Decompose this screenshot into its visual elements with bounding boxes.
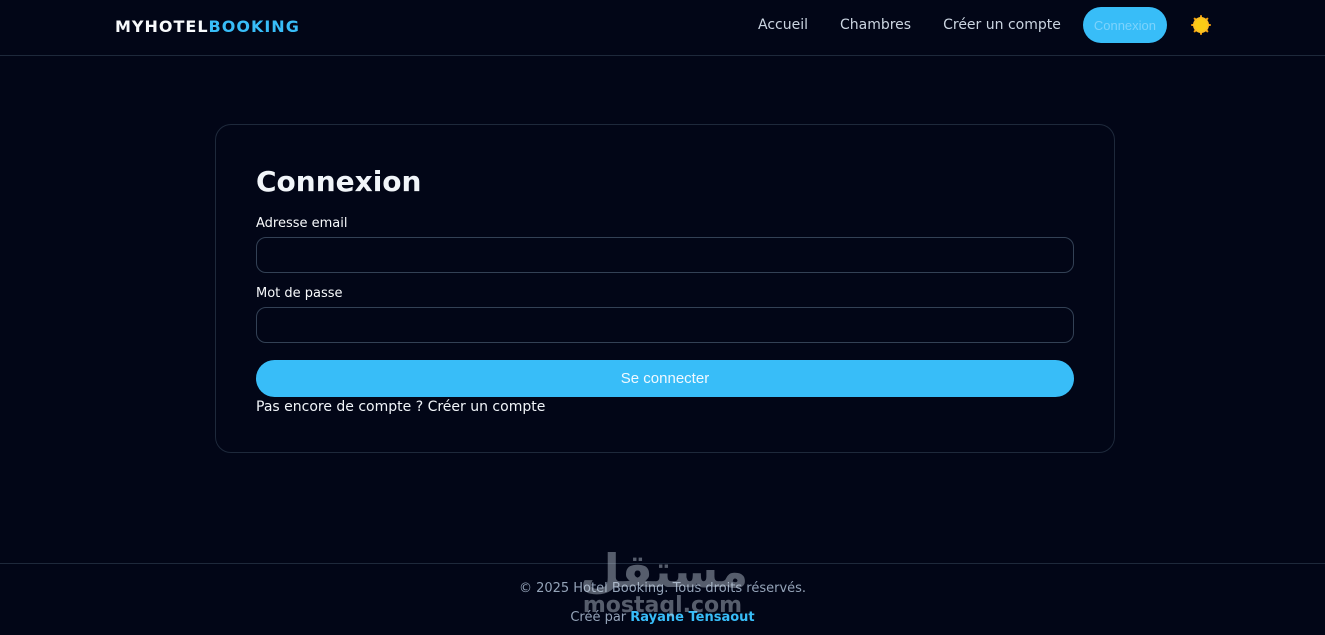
credit-prefix: Créé par: [570, 610, 631, 625]
nav-login-button[interactable]: Connexion: [1082, 7, 1167, 43]
brand-logo[interactable]: MYHOTELBOOKING: [115, 17, 300, 36]
page-title: Connexion: [256, 165, 422, 198]
email-field[interactable]: [256, 237, 1074, 273]
signup-prompt-text: Pas encore de compte ?: [256, 399, 428, 415]
submit-login-button[interactable]: Se connecter: [256, 360, 1074, 397]
credit-line: Créé par Rayane Tensaout: [0, 610, 1325, 625]
password-label: Mot de passe: [256, 286, 343, 301]
nav-links: Accueil Chambres Créer un compte Connexi…: [758, 7, 1213, 43]
login-card: Connexion Adresse email Mot de passe Se …: [215, 124, 1115, 453]
nav-link-accueil[interactable]: Accueil: [758, 17, 808, 33]
signup-link[interactable]: Créer un compte: [428, 399, 546, 415]
credit-author-link[interactable]: Rayane Tensaout: [630, 610, 754, 625]
copyright-text: © 2025 Hotel Booking. Tous droits réserv…: [518, 581, 807, 596]
password-field[interactable]: [256, 307, 1074, 343]
signup-prompt: Pas encore de compte ? Créer un compte: [256, 399, 545, 415]
brand-part-2: BOOKING: [208, 17, 300, 36]
email-label: Adresse email: [256, 216, 348, 231]
nav-link-chambres[interactable]: Chambres: [840, 17, 911, 33]
footer: © 2025 Hotel Booking. Tous droits réserv…: [0, 563, 1325, 635]
navbar: MYHOTELBOOKING Accueil Chambres Créer un…: [0, 0, 1325, 56]
brand-part-1: MYHOTEL: [115, 17, 209, 36]
sun-icon: [1195, 19, 1207, 31]
nav-link-creer-compte[interactable]: Créer un compte: [943, 17, 1061, 33]
theme-toggle-button[interactable]: [1189, 13, 1213, 37]
